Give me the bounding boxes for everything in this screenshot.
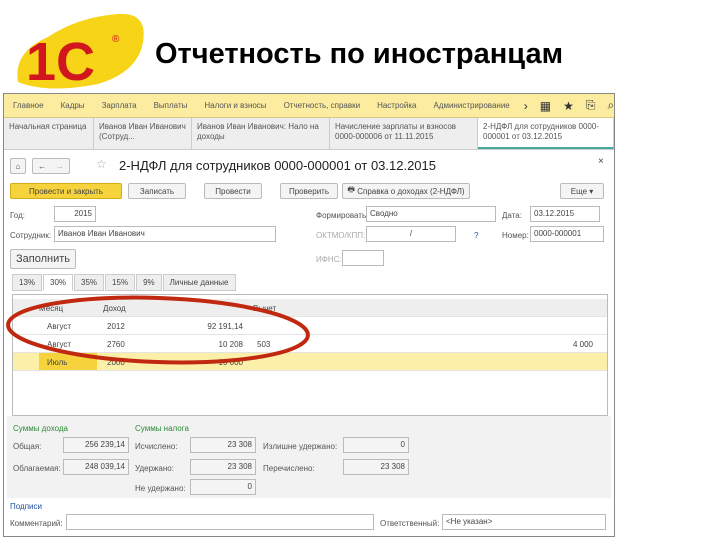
comment-field[interactable]: [66, 514, 374, 530]
notheld-field: 0: [190, 479, 256, 495]
date-label: Дата:: [502, 211, 522, 220]
nav-buttons[interactable]: ← →: [32, 158, 70, 174]
tab-tax[interactable]: Иванов Иван Иванович: Нало на доходы: [192, 118, 330, 149]
home-button[interactable]: ⌂: [10, 158, 26, 174]
open-tabs: Начальная страница Иванов Иван Иванович …: [4, 118, 614, 150]
menu-item[interactable]: Главное: [13, 101, 44, 110]
number-label: Номер:: [502, 231, 529, 240]
responsible-label: Ответственный:: [380, 519, 440, 528]
tab-home[interactable]: Начальная страница: [4, 118, 94, 149]
menu-item[interactable]: Отчетность, справки: [284, 101, 361, 110]
1c-logo: 1С ®: [17, 13, 144, 92]
svg-text:®: ®: [112, 34, 120, 45]
favorite-star-icon[interactable]: ☆: [96, 157, 107, 171]
home-icon: ⌂: [15, 161, 21, 171]
tax-title: Суммы налога: [135, 424, 189, 433]
report-button[interactable]: 🖶 Справка о доходах (2-НДФЛ): [342, 183, 470, 199]
ifns-label: ИФНС:: [316, 255, 342, 264]
help-link[interactable]: ?: [474, 231, 478, 240]
formed-label: Формировать:: [316, 211, 369, 220]
menu-item[interactable]: Налоги и взносы: [204, 101, 266, 110]
menu-item[interactable]: Выплаты: [154, 101, 188, 110]
signatures-link[interactable]: Подписи: [10, 502, 42, 511]
year-label: Год:: [10, 211, 25, 220]
highlight-ellipse: [6, 295, 310, 365]
more-button[interactable]: Еще ▾: [560, 183, 604, 199]
post-button[interactable]: Провести: [204, 183, 262, 199]
ifns-field[interactable]: [342, 250, 384, 266]
oktmo-field[interactable]: /: [366, 226, 456, 242]
tab-15[interactable]: 15%: [105, 274, 136, 291]
fill-button[interactable]: Заполнить: [10, 249, 76, 269]
tab-employee[interactable]: Иванов Иван Иванович (Сотруд...: [94, 118, 192, 149]
check-button[interactable]: Проверить: [280, 183, 338, 199]
held-field: 23 308: [190, 459, 256, 475]
employee-label: Сотрудник:: [10, 231, 52, 240]
menu-item[interactable]: Настройка: [377, 101, 416, 110]
year-field[interactable]: 2015: [54, 206, 96, 222]
notheld-label: Не удержано:: [135, 484, 186, 493]
calc-field: 23 308: [190, 437, 256, 453]
grid-icon[interactable]: ▦: [540, 99, 551, 113]
tab-13[interactable]: 13%: [12, 274, 43, 291]
svg-text:1С: 1С: [26, 32, 95, 92]
tab-2ndfl[interactable]: 2-НДФЛ для сотрудников 0000-000001 от 03…: [478, 118, 614, 149]
held-label: Удержано:: [135, 464, 174, 473]
slide-title: Отчетность по иностранцам: [155, 38, 564, 70]
menu-item[interactable]: Кадры: [61, 101, 85, 110]
chevron-right-icon[interactable]: ›: [524, 99, 528, 113]
calc-label: Исчислено:: [135, 442, 178, 451]
summary-panel: Суммы дохода Суммы налога Общая: 256 239…: [7, 416, 611, 498]
taxable-field: 248 039,14: [63, 459, 129, 475]
income-title: Суммы дохода: [13, 424, 68, 433]
excess-field: 0: [343, 437, 409, 453]
post-close-button[interactable]: Провести и закрыть: [10, 183, 122, 199]
document-title: 2-НДФЛ для сотрудников 0000-000001 от 03…: [119, 158, 437, 173]
tab-personal[interactable]: Личные данные: [162, 274, 236, 291]
employee-field[interactable]: Иванов Иван Иванович: [54, 226, 276, 242]
forward-arrow-icon[interactable]: →: [56, 162, 64, 171]
number-field[interactable]: 0000-000001: [530, 226, 604, 242]
transferred-label: Перечислено:: [263, 464, 315, 473]
date-field[interactable]: 03.12.2015: [530, 206, 600, 222]
taxable-label: Облагаемая:: [13, 464, 61, 473]
comment-label: Комментарий:: [10, 519, 63, 528]
tab-payroll[interactable]: Начисление зарплаты и взносов 0000-00000…: [330, 118, 478, 149]
menu-item[interactable]: Администрирование: [433, 101, 509, 110]
total-label: Общая:: [13, 442, 42, 451]
save-button[interactable]: Записать: [128, 183, 186, 199]
back-arrow-icon[interactable]: ←: [38, 162, 46, 171]
history-icon[interactable]: ⎘: [586, 98, 596, 113]
search-icon[interactable]: ⌕: [607, 98, 614, 113]
responsible-field[interactable]: <Не указан>: [442, 514, 606, 530]
menu-item[interactable]: Зарплата: [102, 101, 137, 110]
close-icon[interactable]: ×: [598, 156, 604, 167]
oktmo-label: ОКТМО/КПП:: [316, 231, 366, 240]
tab-9[interactable]: 9%: [136, 274, 162, 291]
excess-label: Излишне удержано:: [263, 442, 338, 451]
print-icon: 🖶: [347, 185, 358, 194]
main-menu: Главное Кадры Зарплата Выплаты Налоги и …: [4, 94, 614, 118]
transferred-field: 23 308: [343, 459, 409, 475]
report-label: Справка о доходах (2-НДФЛ): [357, 186, 465, 196]
total-field: 256 239,14: [63, 437, 129, 453]
rate-tabs: 13% 30% 35% 15% 9% Личные данные: [12, 274, 237, 291]
star-icon[interactable]: ★: [563, 99, 574, 113]
more-label: Еще: [570, 186, 588, 196]
tab-30[interactable]: 30%: [43, 274, 74, 291]
formed-select[interactable]: Сводно: [366, 206, 496, 222]
cell-deduction: 4 000: [572, 340, 593, 349]
tab-35[interactable]: 35%: [74, 274, 105, 291]
